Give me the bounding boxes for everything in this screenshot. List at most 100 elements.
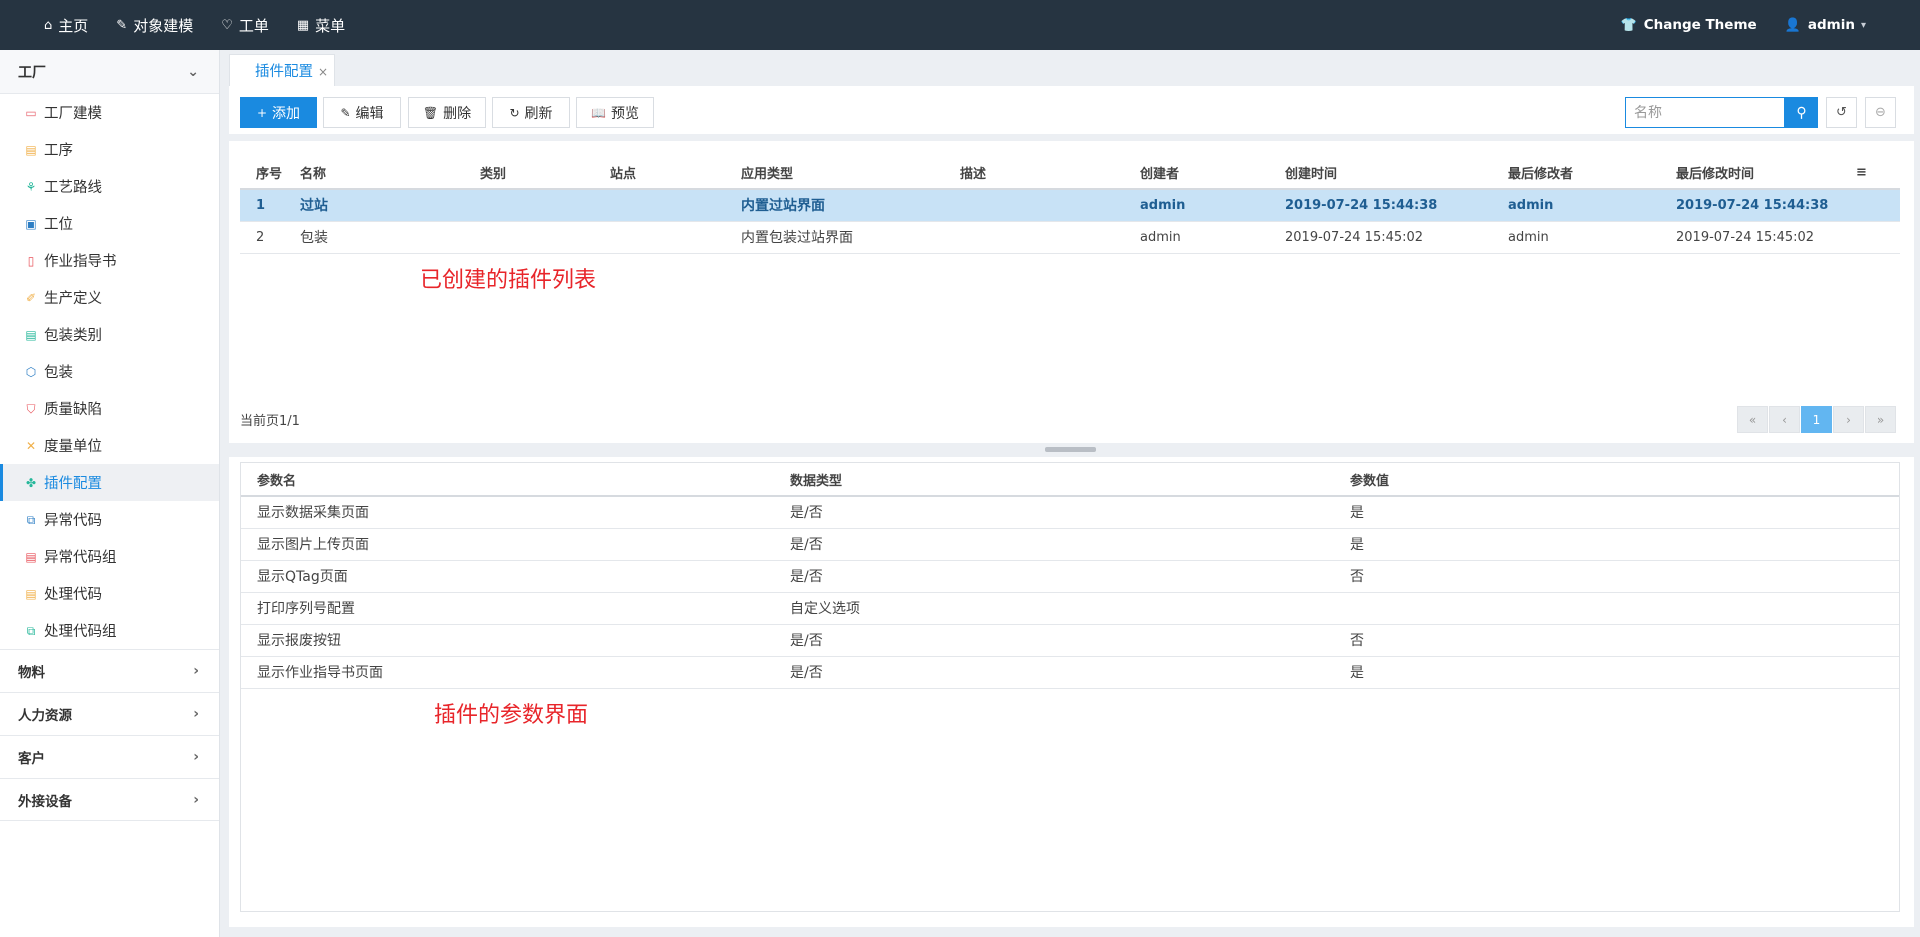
topnav-label: 菜单 — [315, 16, 346, 35]
search-icon[interactable]: ⚲ — [1785, 97, 1818, 128]
sidebar-group-factory[interactable]: 工厂 ⌄ — [0, 50, 219, 94]
table-row[interactable]: 2 包装 内置包装过站界面 admin 2019-07-24 15:45:02 admin… — [240, 221, 1900, 254]
sidebar-item-3[interactable]: ▣ 工位 — [0, 205, 219, 242]
params-table: 参数名 数据类型 参数值 显示数据采集页面 是/否是显示图片上传页面 是/否是显示QTa… — [241, 463, 1899, 689]
column-menu-icon[interactable]: ≡ — [1856, 156, 1900, 190]
sidebar-item-2[interactable]: ⚘ 工艺路线 — [0, 168, 219, 205]
table-row[interactable]: 显示QTag页面 是/否否 — [241, 560, 1899, 593]
sidebar-item-label: 生产定义 — [44, 291, 102, 307]
sidebar-item-12[interactable]: ▤ 异常代码组 — [0, 538, 219, 575]
sidebar-item-9[interactable]: ✕ 度量单位 — [0, 427, 219, 464]
table-cell — [610, 189, 741, 222]
menu-item-icon: ▭ — [25, 105, 37, 120]
prev-page-button[interactable]: ‹ — [1769, 406, 1800, 433]
table-cell[interactable]: 否 — [1350, 624, 1899, 657]
table-cell[interactable]: 是 — [1350, 656, 1899, 689]
tab-plugin-config[interactable]: 插件配置 × — [229, 54, 335, 86]
edit-button[interactable]: ✎ 编辑 — [323, 97, 401, 128]
table-cell: 显示作业指导书页面 — [241, 656, 790, 689]
column-header[interactable]: 站点 — [610, 156, 741, 190]
sidebar-group-3[interactable]: 外接设备 › — [0, 778, 219, 821]
table-row[interactable]: 显示数据采集页面 是/否是 — [241, 496, 1899, 529]
table-cell — [610, 221, 741, 254]
preview-button[interactable]: 📖 预览 — [576, 97, 654, 128]
table-row[interactable]: 显示图片上传页面 是/否是 — [241, 528, 1899, 561]
top-nav: ⌂ 主页 ✎ 对象建模 ♡ 工单 ▦ 菜单 — [30, 0, 359, 50]
table-cell: 显示报废按钮 — [241, 624, 790, 657]
sidebar-item-14[interactable]: ⧉ 处理代码组 — [0, 612, 219, 649]
column-header[interactable]: 创建时间 — [1285, 156, 1508, 190]
topnav-item-2[interactable]: ♡ 工单 — [207, 0, 283, 50]
column-header[interactable]: 参数值 — [1350, 463, 1899, 497]
sidebar-item-6[interactable]: ▤ 包装类别 — [0, 316, 219, 353]
sidebar-group-label: 客户 — [18, 751, 45, 767]
sidebar-group-2[interactable]: 客户 › — [0, 735, 219, 778]
table-body: 显示数据采集页面 是/否是显示图片上传页面 是/否是显示QTag页面 是/否否打印序列… — [241, 496, 1899, 689]
sidebar-item-8[interactable]: ⛉ 质量缺陷 — [0, 390, 219, 427]
search-input[interactable] — [1625, 97, 1785, 128]
column-header[interactable]: 名称 — [300, 156, 480, 190]
reset-icon[interactable]: ↺ — [1826, 97, 1857, 128]
topnav-label: 工单 — [238, 16, 269, 35]
table-row[interactable]: 显示报废按钮 是/否否 — [241, 624, 1899, 657]
sidebar-group-0[interactable]: 物料 › — [0, 649, 219, 692]
column-header[interactable]: 描述 — [960, 156, 1140, 190]
sidebar-item-label: 工厂建模 — [44, 106, 102, 122]
delete-button[interactable]: 🗑 删除 — [408, 97, 486, 128]
topnav-item-3[interactable]: ▦ 菜单 — [283, 0, 359, 50]
column-header[interactable]: 最后修改时间 — [1676, 156, 1856, 190]
tshirt-icon: 👕 — [1620, 17, 1637, 33]
next-page-button[interactable]: › — [1833, 406, 1864, 433]
sidebar-group-label: 人力资源 — [18, 708, 72, 724]
user-menu[interactable]: 👤 admin ▾ — [1771, 17, 1880, 33]
sidebar-item-label: 工艺路线 — [44, 180, 102, 196]
edit-icon: ✎ — [340, 105, 351, 120]
chevron-right-icon: › — [193, 663, 199, 679]
last-page-button[interactable]: » — [1865, 406, 1896, 433]
topnav-item-0[interactable]: ⌂ 主页 — [30, 0, 102, 50]
topnav-item-1[interactable]: ✎ 对象建模 — [102, 0, 207, 50]
table-cell: admin — [1508, 221, 1676, 254]
sidebar-item-1[interactable]: ▤ 工序 — [0, 131, 219, 168]
menu-item-icon: ✕ — [25, 438, 37, 453]
column-header[interactable]: 数据类型 — [790, 463, 1350, 497]
table-cell: 是/否 — [790, 656, 1350, 689]
sidebar-item-10[interactable]: ✤ 插件配置 — [0, 464, 219, 501]
change-theme-button[interactable]: 👕 Change Theme — [1607, 17, 1771, 33]
column-header[interactable]: 创建者 — [1140, 156, 1285, 190]
column-header[interactable]: 序号 — [240, 156, 300, 190]
column-header[interactable]: 类别 — [480, 156, 610, 190]
table-cell: 内置过站界面 — [741, 189, 960, 222]
table-row[interactable]: 1 过站 内置过站界面 admin 2019-07-24 15:44:38 admin 20… — [240, 189, 1900, 222]
table-row[interactable]: 打印序列号配置 自定义选项 — [241, 592, 1899, 625]
plugin-params-panel: 参数名 数据类型 参数值 显示数据采集页面 是/否是显示图片上传页面 是/否是显示QTa… — [229, 457, 1914, 927]
page-status: 当前页1/1 — [240, 414, 300, 429]
sidebar-item-7[interactable]: ⬡ 包装 — [0, 353, 219, 390]
collapse-icon[interactable]: ⊖ — [1865, 97, 1896, 128]
sidebar-item-5[interactable]: ✐ 生产定义 — [0, 279, 219, 316]
column-header[interactable]: 最后修改者 — [1508, 156, 1676, 190]
table-cell[interactable]: 是 — [1350, 528, 1899, 561]
table-cell: admin — [1508, 189, 1676, 222]
close-icon[interactable]: × — [318, 65, 328, 79]
table-cell[interactable]: 否 — [1350, 560, 1899, 593]
sidebar-item-0[interactable]: ▭ 工厂建模 — [0, 94, 219, 131]
sidebar-group-1[interactable]: 人力资源 › — [0, 692, 219, 735]
sidebar-item-13[interactable]: ▤ 处理代码 — [0, 575, 219, 612]
sidebar-item-11[interactable]: ⧉ 异常代码 — [0, 501, 219, 538]
table-cell[interactable] — [1350, 592, 1899, 625]
table-cell[interactable]: 是 — [1350, 496, 1899, 529]
panel-splitter-handle[interactable] — [1045, 447, 1096, 452]
menu-item-icon: ⬡ — [25, 364, 37, 379]
sidebar: 工厂 ⌄ ▭ 工厂建模 ▤ 工序 ⚘ 工艺路线 ▣ 工位 ▯ 作业指导书 ✐ 生产定义 ▤ 包装类别 ⬡ 包装… — [0, 50, 220, 937]
refresh-button[interactable]: ↻ 刷新 — [492, 97, 570, 128]
table-cell: 显示数据采集页面 — [241, 496, 790, 529]
column-header[interactable]: 参数名 — [241, 463, 790, 497]
first-page-button[interactable]: « — [1737, 406, 1768, 433]
add-button[interactable]: + 添加 — [240, 97, 317, 128]
preview-label: 预览 — [610, 105, 639, 122]
column-header[interactable]: 应用类型 — [741, 156, 960, 190]
table-row[interactable]: 显示作业指导书页面 是/否是 — [241, 656, 1899, 689]
sidebar-item-4[interactable]: ▯ 作业指导书 — [0, 242, 219, 279]
page-1-button[interactable]: 1 — [1801, 406, 1832, 433]
